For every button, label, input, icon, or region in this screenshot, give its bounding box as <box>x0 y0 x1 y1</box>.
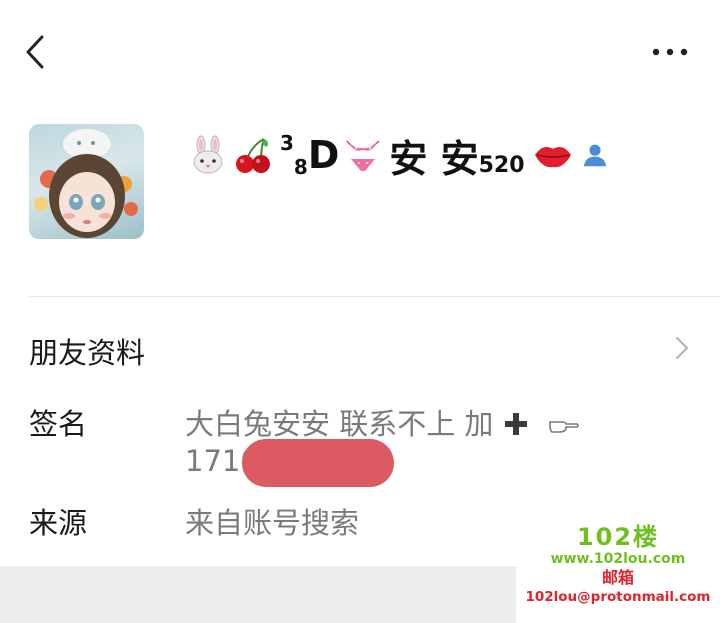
more-dots-icon[interactable] <box>650 40 690 64</box>
back-chevron-icon[interactable] <box>22 34 50 70</box>
nickname: 38D 安 安 520 <box>188 128 617 182</box>
nickname-name: 安 安 <box>389 136 479 181</box>
watermark-site: www.102lou.com <box>550 551 686 567</box>
pointing-hand-icon <box>549 421 579 433</box>
watermark-brand: 102楼 <box>576 523 660 551</box>
watermark-mail-label: 邮箱 <box>601 568 634 587</box>
source-value: 来自账号搜索 <box>185 506 360 540</box>
watermark-mail: 102lou@protonmail.com <box>525 589 711 605</box>
kiss-lips-emoji-icon <box>534 147 571 168</box>
cherry-emoji-icon <box>236 138 270 173</box>
signature-value-line1: 大白兔安安 联系不上 加 <box>185 401 580 443</box>
watermark: 102楼 www.102lou.com 邮箱 102lou@protonmail… <box>516 524 720 623</box>
section-divider <box>29 296 720 297</box>
avatar[interactable] <box>29 124 144 239</box>
source-label: 来源 <box>29 506 88 540</box>
nickname-sup: 3 <box>280 131 294 155</box>
contact-person-icon[interactable] <box>579 139 611 171</box>
nickname-d: D <box>307 133 340 177</box>
nickname-number: 520 <box>478 152 525 178</box>
avatar-illustration <box>34 129 138 238</box>
signature-text: 大白兔安安 联系不上 加 <box>185 407 494 441</box>
rabbit-emoji-icon <box>193 135 223 174</box>
plus-icon <box>504 413 527 435</box>
friend-info-label[interactable]: 朋友资料 <box>29 330 145 372</box>
signature-label: 签名 <box>29 407 88 441</box>
chevron-right-icon[interactable] <box>672 335 692 361</box>
nickname-sub: 8 <box>293 155 308 179</box>
bikini-emoji-icon <box>346 140 380 171</box>
redaction-mark <box>242 439 394 487</box>
